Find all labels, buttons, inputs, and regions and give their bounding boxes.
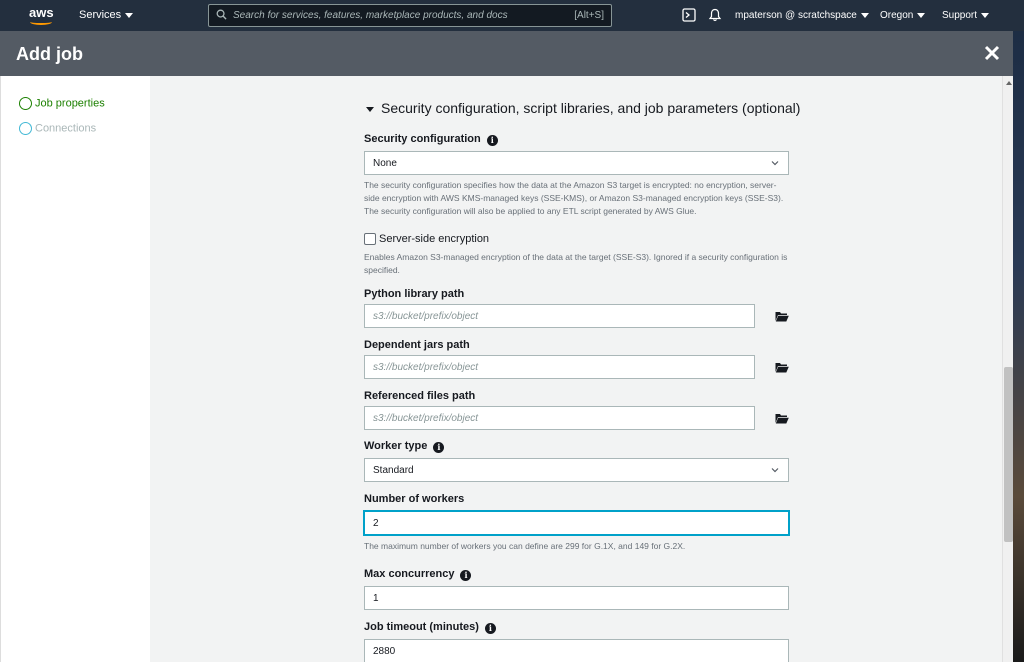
scroll-up-arrow-icon[interactable] — [1006, 81, 1012, 85]
caret-down-icon — [125, 12, 134, 18]
services-menu-button[interactable]: Services — [79, 9, 134, 21]
aws-smile-icon — [30, 19, 52, 25]
chevron-down-icon — [771, 468, 779, 473]
referenced-files-path-input[interactable] — [364, 406, 755, 430]
services-label: Services — [79, 9, 122, 21]
close-icon[interactable] — [983, 44, 1001, 62]
dependent-jars-path-label: Dependent jars path — [364, 339, 470, 351]
step-label: Job properties — [35, 97, 105, 110]
label-text: Worker type — [364, 440, 428, 452]
referenced-files-path-label: Referenced files path — [364, 390, 476, 402]
selected-value: Standard — [373, 465, 414, 476]
folder-open-icon[interactable] — [775, 362, 789, 373]
vertical-scrollbar[interactable] — [1002, 76, 1013, 662]
max-concurrency-label: Max concurrency i — [364, 568, 472, 581]
max-concurrency-input[interactable] — [364, 586, 789, 610]
wizard-steps-sidebar: Job properties Connections — [0, 76, 150, 662]
caret-down-icon — [366, 106, 374, 112]
python-library-path-label: Python library path — [364, 288, 465, 300]
aws-logo[interactable]: aws — [27, 4, 57, 26]
worker-type-label: Worker type i — [364, 440, 445, 453]
python-library-path-input[interactable] — [364, 304, 755, 328]
section-title: Security configuration, script libraries… — [381, 100, 801, 116]
step-circle-icon — [19, 122, 32, 135]
dependent-jars-path-input[interactable] — [364, 355, 755, 379]
info-icon[interactable]: i — [486, 135, 498, 146]
scrollbar-thumb[interactable] — [1004, 367, 1013, 542]
modal-title: Add job — [16, 44, 83, 64]
search-shortcut: [Alt+S] — [574, 10, 604, 21]
number-of-workers-help: The maximum number of workers you can de… — [364, 541, 686, 551]
region-label: Oregon — [880, 10, 914, 21]
job-timeout-label: Job timeout (minutes) i — [364, 621, 496, 634]
info-icon[interactable]: i — [460, 570, 472, 581]
job-timeout-input[interactable] — [364, 639, 789, 662]
search-icon — [216, 9, 227, 20]
top-navigation-bar: aws Services [Alt+S] mpaterson @ scratch… — [0, 0, 1024, 31]
number-of-workers-label: Number of workers — [364, 493, 465, 505]
label-text: Job timeout (minutes) — [364, 621, 479, 633]
security-configuration-select[interactable]: None — [364, 151, 789, 175]
step-circle-icon — [19, 97, 32, 110]
aws-logo-text: aws — [29, 5, 54, 20]
cloudshell-icon[interactable] — [682, 8, 696, 22]
selected-value: None — [373, 158, 397, 169]
search-input[interactable] — [233, 7, 563, 24]
section-expander[interactable]: Security configuration, script libraries… — [366, 100, 800, 116]
step-connections[interactable]: Connections — [19, 122, 96, 135]
modal-header: Add job — [0, 31, 1013, 76]
worker-type-select[interactable]: Standard — [364, 458, 789, 482]
folder-open-icon[interactable] — [775, 311, 789, 322]
region-menu-button[interactable]: Oregon — [880, 10, 926, 21]
support-label: Support — [942, 10, 978, 21]
chevron-down-icon — [771, 161, 779, 166]
security-configuration-label: Security configuration i — [364, 133, 498, 146]
number-of-workers-input[interactable] — [364, 511, 789, 535]
caret-down-icon — [981, 12, 990, 18]
bell-icon[interactable] — [708, 8, 722, 22]
account-menu-button[interactable]: mpaterson @ scratchspace — [735, 10, 869, 21]
label-text: Security configuration — [364, 133, 481, 145]
info-icon[interactable]: i — [433, 442, 445, 453]
caret-down-icon — [917, 12, 926, 18]
search-box[interactable]: [Alt+S] — [208, 4, 612, 27]
step-job-properties[interactable]: Job properties — [19, 97, 105, 110]
server-side-encryption-help: Enables Amazon S3-managed encryption of … — [364, 252, 788, 275]
server-side-encryption-label: Server-side encryption — [379, 233, 490, 245]
background-wallpaper — [1013, 0, 1024, 662]
info-icon[interactable]: i — [484, 623, 496, 634]
label-text: Max concurrency — [364, 568, 455, 580]
folder-open-icon[interactable] — [775, 413, 789, 424]
security-configuration-help: The security configuration specifies how… — [364, 180, 784, 216]
caret-down-icon — [860, 12, 869, 18]
account-label: mpaterson @ scratchspace — [735, 10, 857, 21]
step-label: Connections — [35, 122, 97, 135]
support-menu-button[interactable]: Support — [942, 10, 990, 21]
server-side-encryption-checkbox[interactable] — [364, 233, 376, 245]
